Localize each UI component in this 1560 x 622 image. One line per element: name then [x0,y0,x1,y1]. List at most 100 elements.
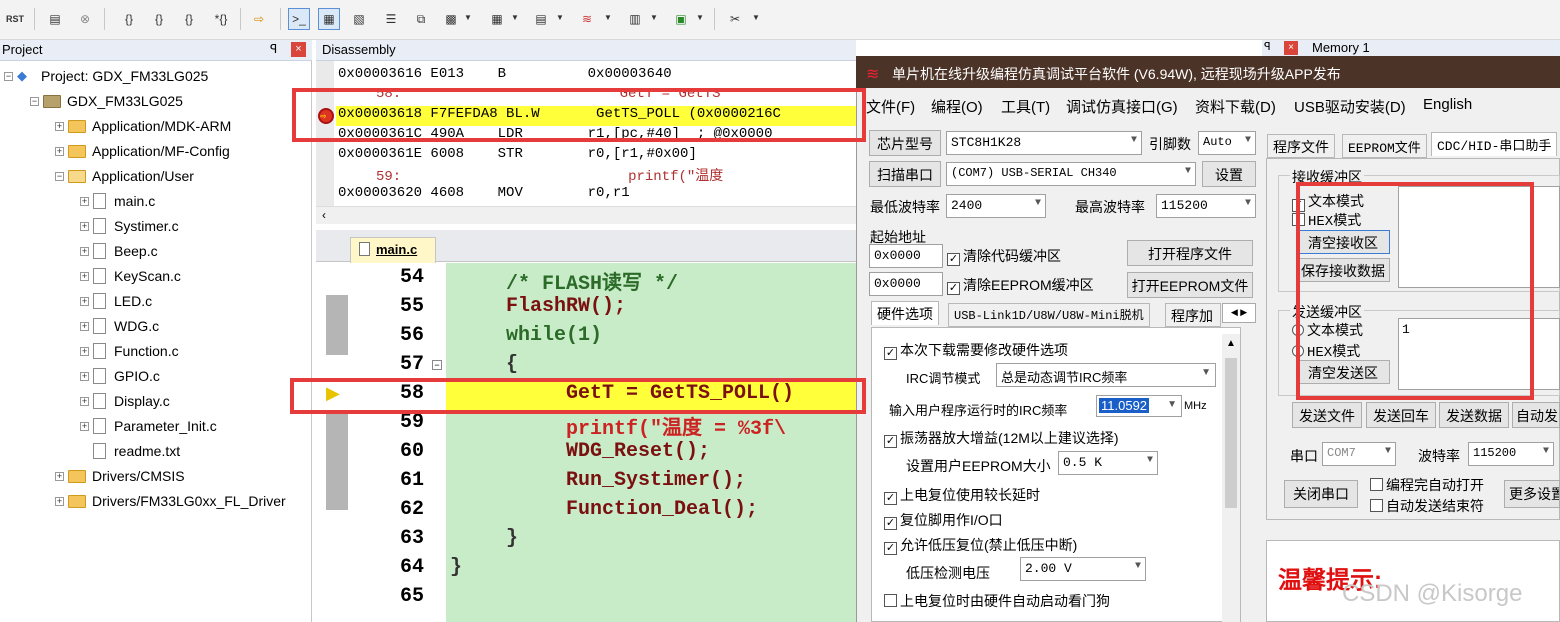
code-line: { [506,353,519,376]
tree-group-user[interactable]: − Application/User [55,165,194,187]
memory-window-icon[interactable]: ▦ [486,8,508,30]
auto-send-button[interactable]: 自动发 [1512,402,1560,428]
clear-code-checkbox[interactable]: ✓ 清除代码缓冲区 [947,246,1061,266]
port-small-select[interactable]: COM7 ▼ [1322,442,1396,466]
pin-icon[interactable]: ꟼ [270,42,277,56]
tree-group-cmsis[interactable]: + Drivers/CMSIS [55,465,185,487]
trace-window-icon[interactable]: ▥ [624,8,646,30]
call-stack-icon[interactable]: ⧉ [410,8,432,30]
low-voltage-select[interactable]: 2.00 V ▼ [1020,557,1146,581]
chevron-down-icon: ▼ [1130,135,1137,146]
show-next-icon[interactable]: ⇨ [248,8,270,30]
irc-mode-select[interactable]: 总是动态调节IRC频率 ▼ [996,363,1216,387]
pin-icon[interactable]: ꟼ [1264,40,1271,53]
auto-end-checkbox[interactable]: 自动发送结束符 [1370,496,1484,516]
tab-main-c[interactable]: main.c [350,237,436,263]
disassembly-window-icon[interactable]: ▦ [318,8,340,30]
send-file-button[interactable]: 发送文件 [1292,402,1362,428]
tree-file[interactable]: readme.txt [93,440,180,462]
menu-program[interactable]: 编程(O) [931,96,983,117]
baud-select[interactable]: 115200 ▼ [1468,442,1554,466]
build-icon[interactable]: ▤ [44,8,66,30]
tab-program-encrypt[interactable]: 程序加 [1165,303,1221,327]
more-settings-button[interactable]: 更多设置 [1504,480,1560,508]
symbols-window-icon[interactable]: ▧ [348,8,370,30]
port-select[interactable]: (COM7) USB-SERIAL CH340 ▼ [946,162,1196,186]
eeprom-size-select[interactable]: 0.5 K ▼ [1058,451,1158,475]
tree-file[interactable]: + Systimer.c [80,215,179,237]
command-window-icon[interactable]: >_ [288,8,310,30]
open-eeprom-button[interactable]: 打开EEPROM文件 [1127,272,1253,298]
max-baud-select[interactable]: 115200 ▼ [1156,194,1256,218]
serial-window-icon[interactable]: ▤ [530,8,552,30]
send-data-button[interactable]: 发送数据 [1439,402,1509,428]
system-viewer-icon[interactable]: ▣ [670,8,692,30]
chip-model-select[interactable]: STC8H1K28 ▼ [946,131,1142,155]
scroll-left-icon[interactable]: ‹ [322,208,326,222]
tab-hardware-options[interactable]: 硬件选项 [871,301,939,325]
tree-file[interactable]: + Display.c [80,390,170,412]
tree-file[interactable]: + WDG.c [80,315,159,337]
tab-program-file[interactable]: 程序文件 [1267,134,1335,158]
close-icon[interactable]: × [291,42,306,57]
settings-button[interactable]: 设置 [1202,161,1256,187]
menu-tools[interactable]: 工具(T) [1001,96,1050,117]
amp-gain-checkbox[interactable]: ✓ 振荡器放大增益(12M以上建议选择) [884,428,1119,448]
open-program-button[interactable]: 打开程序文件 [1127,240,1253,266]
memory-tab-label[interactable]: Memory 1 [1312,40,1370,55]
tree-group-mf-config[interactable]: + Application/MF-Config [55,140,230,162]
menu-usb-driver[interactable]: USB驱动安装(D) [1294,96,1406,117]
close-icon[interactable]: × [1284,41,1298,55]
min-baud-select[interactable]: 2400 ▼ [946,194,1046,218]
modify-hw-checkbox[interactable]: ✓ 本次下载需要修改硬件选项 [884,340,1068,360]
toolbox-icon[interactable]: ✂ [724,8,746,30]
tree-file[interactable]: + Parameter_Init.c [80,415,217,437]
irc-freq-select[interactable]: 11.0592 ▼ [1096,395,1182,417]
auto-open-checkbox[interactable]: 编程完自动打开 [1370,475,1484,495]
step-out-icon[interactable]: {} [178,8,200,30]
menu-debug[interactable]: 调试仿真接口(G) [1066,96,1178,117]
close-port-button[interactable]: 关闭串口 [1284,480,1358,508]
watchdog-checkbox[interactable]: 上电复位时由硬件自动启动看门狗 [884,591,1110,611]
tab-eeprom-file[interactable]: EEPROM文件 [1342,134,1427,158]
watch-window-icon[interactable]: ▩ [440,8,462,30]
tab-serial-assistant[interactable]: CDC/HID-串口助手 [1431,132,1558,156]
tree-root[interactable]: − ◆ Project: GDX_FM33LG025 [4,65,208,87]
tab-usb-link[interactable]: USB-Link1D/U8W/U8W-Mini脱机 [948,303,1150,327]
registers-window-icon[interactable]: ☰ [380,8,402,30]
menu-english[interactable]: English [1423,96,1472,113]
disassembly-hscrollbar[interactable]: ‹ [316,206,856,224]
reset-io-checkbox[interactable]: ✓ 复位脚用作I/O口 [884,510,1003,530]
run-to-cursor-icon[interactable]: *{} [210,8,232,30]
tree-group-driver[interactable]: + Drivers/FM33LG0xx_FL_Driver [55,490,286,512]
analysis-window-icon[interactable]: ≋ [576,8,598,30]
clear-eeprom-checkbox[interactable]: ✓ 清除EEPROM缓冲区 [947,275,1094,295]
start-address-input[interactable]: 0x0000 [869,244,943,268]
menu-file[interactable]: 文件(F) [866,96,915,117]
tree-target[interactable]: − GDX_FM33LG025 [30,90,183,112]
stop-icon[interactable]: ⊗ [74,8,96,30]
send-return-button[interactable]: 发送回车 [1366,402,1436,428]
tree-group-mdk-arm[interactable]: + Application/MDK-ARM [55,115,231,137]
tree-file[interactable]: + GPIO.c [80,365,160,387]
tree-file[interactable]: + Beep.c [80,240,158,262]
options-vscrollbar[interactable]: ▲ [1222,334,1240,622]
eeprom-address-input[interactable]: 0x0000 [869,272,943,296]
tab-scroll-arrows[interactable]: ◀ ▶ [1222,303,1256,323]
step-into-icon[interactable]: {} [118,8,140,30]
main-toolbar: RST ▤ ⊗ {} {} {} *{} ⇨ >_ ▦ ▧ ☰ ⧉ ▩ ▼ ▦ … [0,0,1560,40]
scan-port-button[interactable]: 扫描串口 [869,161,941,187]
low-voltage-checkbox[interactable]: ✓ 允许低压复位(禁止低压中断) [884,535,1077,555]
rst-icon[interactable]: RST [4,8,26,30]
file-icon [93,418,106,434]
tree-file[interactable]: + Function.c [80,340,179,362]
step-over-icon[interactable]: {} [148,8,170,30]
pin-count-select[interactable]: Auto ▼ [1198,131,1256,155]
folder-icon [68,144,86,158]
tree-file[interactable]: + main.c [80,190,155,212]
power-delay-checkbox[interactable]: ✓ 上电复位使用较长延时 [884,485,1040,505]
tree-file[interactable]: + LED.c [80,290,152,312]
tree-file[interactable]: + KeyScan.c [80,265,181,287]
menu-download[interactable]: 资料下载(D) [1195,96,1276,117]
fold-icon[interactable]: − [432,360,442,370]
